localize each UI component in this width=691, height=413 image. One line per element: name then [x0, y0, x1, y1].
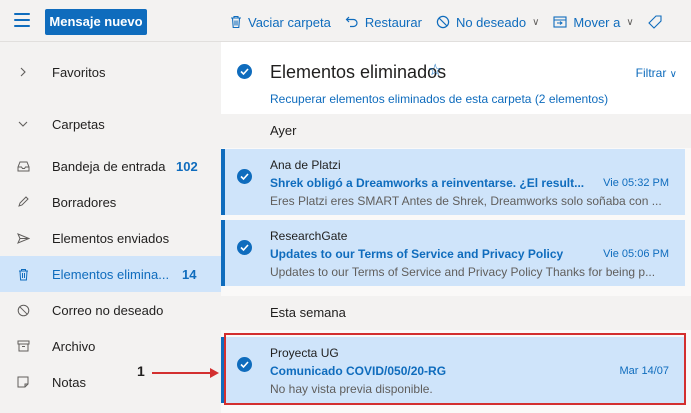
sidebar-item-drafts[interactable]: Borradores: [0, 184, 221, 220]
move-to-label: Mover a: [573, 14, 621, 30]
unread-count-badge: 102: [176, 158, 198, 174]
checkmark-icon: [240, 68, 249, 76]
sidebar-item-label: Notas: [52, 374, 86, 390]
selection-bar: [221, 337, 225, 403]
sidebar-item-label: Elementos elimina...: [52, 266, 170, 282]
junk-button[interactable]: No deseado ∨: [436, 15, 539, 30]
message-list-pane: Elementos eliminados ☆ Filtrar ∨ Recuper…: [221, 42, 691, 413]
top-toolbar: Mensaje nuevo Vaciar carpeta Restaurar N…: [0, 0, 691, 42]
message-preview: Updates to our Terms of Service and Priv…: [270, 265, 656, 279]
move-folder-icon: [553, 16, 567, 28]
archive-icon: [16, 339, 30, 353]
sidebar-item-label: Borradores: [52, 194, 117, 210]
sidebar-item-inbox[interactable]: Bandeja de entrada 102: [0, 148, 221, 184]
message-subject: Updates to our Terms of Service and Priv…: [270, 247, 564, 261]
trash-icon: [231, 15, 241, 29]
message-checkbox[interactable]: [237, 169, 252, 184]
group-header-yesterday: Ayer: [221, 114, 691, 148]
sidebar-item-junk[interactable]: Correo no deseado: [0, 292, 221, 328]
message-row[interactable]: Proyecta UG Comunicado COVID/050/20-RG M…: [221, 337, 685, 403]
junk-label: No deseado: [455, 14, 527, 30]
message-date: Vie 05:32 PM: [603, 177, 669, 189]
move-to-button[interactable]: Mover a ∨: [553, 14, 634, 30]
folders-label: Carpetas: [52, 116, 105, 132]
message-subject: Shrek obligó a Dreamworks a reinventarse…: [270, 176, 585, 190]
action-toolbar: Vaciar carpeta Restaurar No deseado ∨ Mo…: [230, 10, 662, 34]
annotation-arrow-line: [152, 372, 212, 374]
hamburger-menu-icon[interactable]: [14, 13, 30, 27]
sidebar-item-sent[interactable]: Elementos enviados: [0, 220, 221, 256]
new-message-button[interactable]: Mensaje nuevo: [45, 9, 147, 35]
message-sender: Proyecta UG: [270, 346, 339, 360]
checkmark-icon: [240, 361, 249, 369]
message-preview: Eres Platzi eres SMART Antes de Shrek, D…: [270, 194, 662, 208]
trash-icon: [16, 267, 30, 281]
checkmark-icon: [240, 244, 249, 252]
empty-folder-label: Vaciar carpeta: [248, 14, 331, 30]
chevron-down-icon: [16, 117, 30, 131]
folder-title: Elementos eliminados: [270, 62, 447, 82]
note-icon: [16, 375, 30, 389]
sidebar-item-deleted[interactable]: Elementos elimina... 14: [0, 256, 221, 292]
folder-header: Elementos eliminados ☆ Filtrar ∨ Recuper…: [221, 42, 691, 114]
message-date: Mar 14/07: [619, 365, 669, 377]
message-date: Vie 05:06 PM: [603, 248, 669, 260]
sidebar-item-label: Elementos enviados: [52, 230, 170, 246]
folder-sidebar: Favoritos Carpetas Bandeja de entrada 10…: [0, 42, 221, 413]
sidebar-item-label: Bandeja de entrada: [52, 158, 166, 174]
block-icon: [16, 303, 30, 317]
item-count-badge: 14: [182, 266, 197, 282]
sidebar-item-label: Archivo: [52, 338, 96, 354]
message-preview: No hay vista previa disponible.: [270, 382, 433, 396]
favorite-star-icon[interactable]: ☆: [428, 60, 442, 80]
pencil-icon: [16, 195, 30, 209]
group-header-this-week: Esta semana: [221, 296, 691, 330]
chevron-down-icon: ∨: [669, 69, 677, 80]
message-subject: Comunicado COVID/050/20-RG: [270, 364, 447, 378]
restore-button[interactable]: Restaurar: [345, 15, 422, 30]
selection-bar: [221, 149, 225, 215]
annotation-number: 1: [137, 363, 145, 379]
selection-bar: [221, 220, 225, 286]
message-row[interactable]: ResearchGate Updates to our Terms of Ser…: [221, 220, 685, 286]
checkmark-icon: [240, 173, 249, 181]
chevron-down-icon: ∨: [626, 16, 634, 28]
restore-label: Restaurar: [364, 14, 422, 30]
block-icon: [436, 15, 450, 29]
recover-deleted-link[interactable]: Recuperar elementos eliminados de esta c…: [270, 92, 608, 106]
undo-icon: [345, 16, 358, 28]
sidebar-favorites[interactable]: Favoritos: [0, 54, 221, 90]
send-icon: [16, 231, 30, 245]
message-checkbox[interactable]: [237, 240, 252, 255]
inbox-icon: [16, 159, 30, 173]
message-sender: ResearchGate: [270, 229, 348, 243]
sidebar-item-archive[interactable]: Archivo: [0, 328, 221, 364]
sidebar-item-label: Correo no deseado: [52, 302, 164, 318]
select-all-checkbox[interactable]: [237, 64, 252, 79]
filter-button[interactable]: Filtrar ∨: [636, 66, 677, 80]
tag-icon: [647, 15, 662, 29]
message-sender: Ana de Platzi: [270, 158, 341, 172]
empty-folder-button[interactable]: Vaciar carpeta: [230, 15, 331, 30]
chevron-down-icon: ∨: [532, 16, 540, 28]
annotation-arrow-icon: [210, 368, 219, 378]
categorize-button[interactable]: [647, 15, 662, 29]
filter-label: Filtrar: [635, 66, 667, 80]
message-checkbox[interactable]: [237, 357, 252, 372]
favorites-label: Favoritos: [52, 64, 106, 80]
message-row[interactable]: Ana de Platzi Shrek obligó a Dreamworks …: [221, 149, 685, 215]
sidebar-item-notes[interactable]: Notas: [0, 364, 221, 400]
chevron-right-icon: [16, 65, 30, 79]
sidebar-folders[interactable]: Carpetas: [0, 106, 221, 142]
